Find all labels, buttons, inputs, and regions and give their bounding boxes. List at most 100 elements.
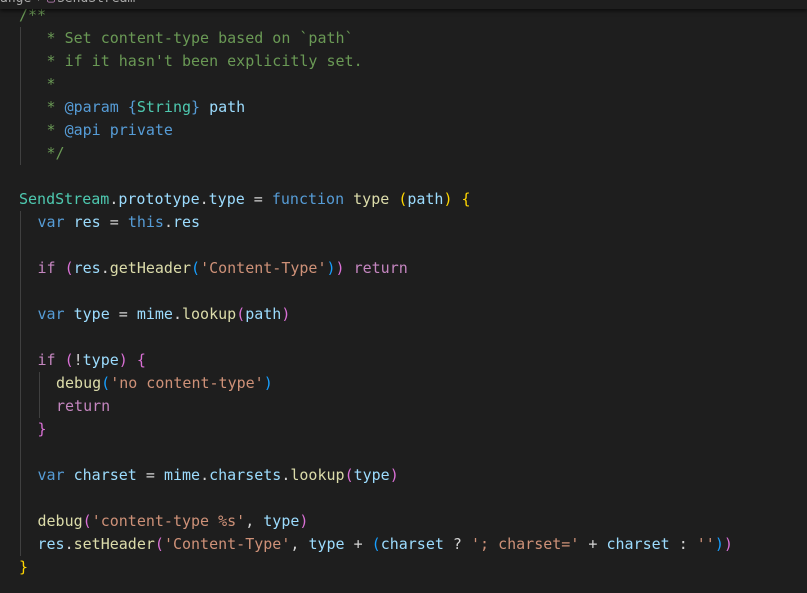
code-token: (	[64, 259, 74, 277]
code-token: res	[172, 213, 201, 231]
code-token: path	[407, 190, 444, 208]
code-text: debug('no content-type')	[56, 372, 273, 395]
code-token: function	[271, 190, 345, 208]
code-text: res.setHeader('Content-Type', type + (ch…	[38, 533, 733, 556]
code-line[interactable]: }	[0, 418, 807, 441]
code-token: var	[37, 466, 65, 484]
code-text: var charset = mime.charsets.lookup(type)	[38, 464, 399, 487]
code-text: var res = this.res	[38, 211, 201, 234]
code-line[interactable]: if (res.getHeader('Content-Type')) retur…	[0, 257, 807, 280]
indent-guide	[20, 96, 21, 119]
code-token: getHeader	[109, 259, 192, 277]
code-text: }	[38, 418, 47, 441]
code-line[interactable]: }	[0, 556, 807, 579]
code-line[interactable]	[0, 280, 807, 303]
code-token: charset	[380, 535, 444, 553]
code-text: * @api private	[38, 119, 173, 142]
code-token: * if it hasn't been explicitly set.	[37, 52, 363, 70]
code-text: if (!type) {	[38, 349, 146, 372]
code-line[interactable]: SendStream.prototype.type = function typ…	[0, 188, 807, 211]
code-line[interactable]	[0, 326, 807, 349]
code-token: res	[73, 259, 101, 277]
code-token: ,	[245, 512, 264, 530]
code-token: :	[669, 535, 697, 553]
code-line[interactable]: * if it hasn't been explicitly set.	[0, 50, 807, 73]
code-line[interactable]: res.setHeader('Content-Type', type + (ch…	[0, 533, 807, 556]
code-line[interactable]: debug('content-type %s', type)	[0, 510, 807, 533]
code-token: *	[37, 121, 65, 139]
code-token: )	[326, 259, 336, 277]
code-line[interactable]: * @param {String} path	[0, 96, 807, 119]
code-line[interactable]: if (!type) {	[0, 349, 807, 372]
code-token: debug	[37, 512, 83, 530]
code-token: =	[136, 466, 164, 484]
code-token: )	[714, 535, 724, 553]
indent-guide	[20, 464, 21, 487]
code-line[interactable]: return	[0, 395, 807, 418]
indent-guide	[38, 372, 40, 395]
code-token: )	[263, 374, 273, 392]
code-line[interactable]	[0, 441, 807, 464]
indent-guide	[20, 234, 21, 257]
code-token: this	[127, 213, 164, 231]
code-editor[interactable]: ange›▢SendStream /** * Set content-type …	[0, 0, 807, 593]
code-line[interactable]: * @api private	[0, 119, 807, 142]
indent-guide	[38, 395, 40, 418]
code-line[interactable]: */	[0, 142, 807, 165]
method-icon: ▢	[47, 0, 55, 9]
indent-guide	[20, 280, 21, 303]
code-token: return	[353, 259, 408, 277]
code-line[interactable]: var charset = mime.charsets.lookup(type)	[0, 464, 807, 487]
code-token: */	[37, 144, 65, 162]
code-line[interactable]	[0, 487, 807, 510]
code-token: SendStream	[19, 190, 110, 208]
code-token: type	[353, 466, 390, 484]
code-line[interactable]: var type = mime.lookup(path)	[0, 303, 807, 326]
code-line[interactable]: *	[0, 73, 807, 96]
code-token: 'Content-Type'	[163, 535, 291, 553]
code-token: )	[118, 351, 128, 369]
code-token: debug	[56, 374, 102, 392]
code-token: (	[371, 535, 381, 553]
code-line[interactable]: debug('no content-type')	[0, 372, 807, 395]
code-line[interactable]	[0, 234, 807, 257]
code-token: return	[56, 397, 111, 415]
code-token: type	[73, 305, 110, 323]
indent-guide	[20, 372, 21, 395]
indent-guide	[20, 303, 21, 326]
code-token: var	[37, 213, 65, 231]
indent-guide	[20, 441, 21, 464]
indent-guide	[20, 119, 21, 142]
code-line[interactable]	[0, 165, 807, 188]
code-token: setHeader	[73, 535, 155, 553]
breadcrumb-segment-file[interactable]: ange	[0, 0, 31, 9]
code-token: String	[136, 98, 192, 116]
code-line[interactable]: var res = this.res	[0, 211, 807, 234]
breadcrumb-segment-symbol[interactable]: SendStream	[57, 0, 135, 9]
code-token: (	[154, 535, 164, 553]
indent-guide	[20, 510, 21, 533]
code-token: 'Content-Type'	[200, 259, 327, 277]
code-token: * Set content-type based on `path`	[37, 29, 354, 47]
code-token: .	[163, 213, 173, 231]
code-token: .	[109, 190, 119, 208]
code-token: =	[109, 305, 137, 323]
code-token: =	[100, 213, 128, 231]
indent-guide	[20, 50, 21, 73]
code-token: '; charset='	[471, 535, 580, 553]
code-line[interactable]: * Set content-type based on `path`	[0, 27, 807, 50]
code-text: */	[38, 142, 65, 165]
code-content[interactable]: /** * Set content-type based on `path` *…	[0, 4, 807, 579]
code-token: .	[200, 466, 210, 484]
code-token: path	[245, 305, 282, 323]
code-token: prototype	[118, 190, 200, 208]
code-text: *	[38, 73, 56, 96]
code-token: (	[191, 259, 201, 277]
code-text: * if it hasn't been explicitly set.	[38, 50, 363, 73]
